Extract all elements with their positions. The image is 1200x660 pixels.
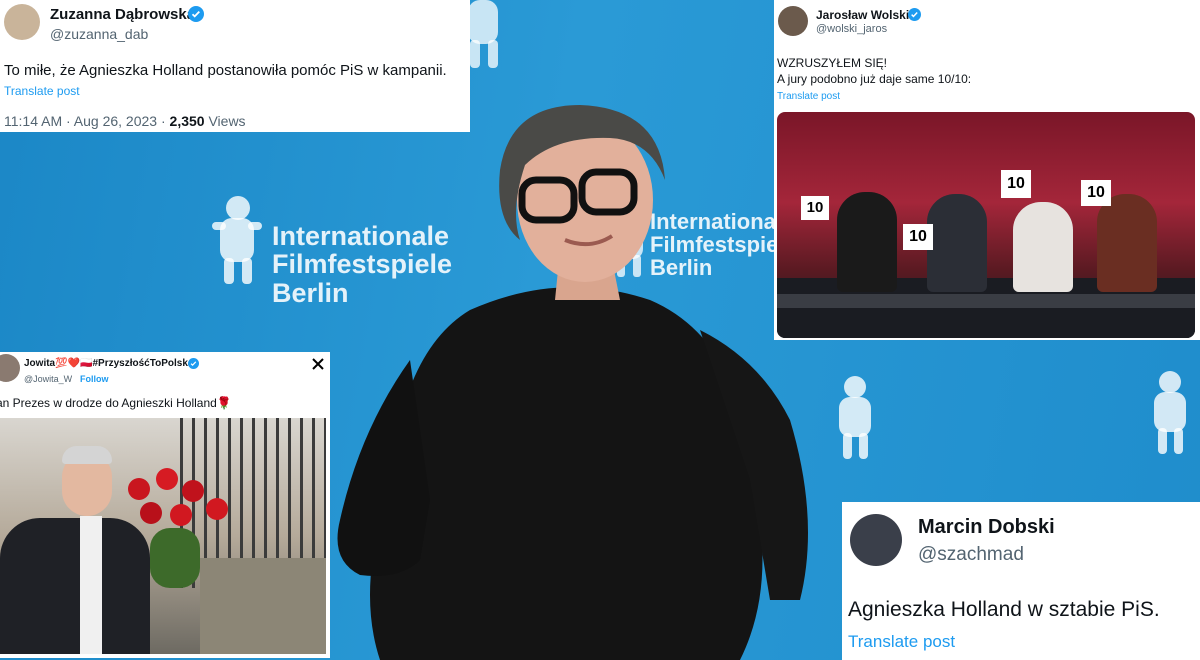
berlinale-bear-logo — [839, 376, 871, 459]
tweet-author-handle[interactable]: @Jowita_W — [24, 374, 72, 384]
tweet-author-handle[interactable]: @szachmad — [918, 544, 1024, 566]
tweet-timestamp: 11:14 AM · Aug 26, 2023 · 2,350 Views — [4, 113, 246, 129]
tweet-text: an Prezes w drodze do Agnieszki Holland🌹 — [0, 396, 232, 410]
translate-post-link[interactable]: Translate post — [777, 91, 840, 102]
follow-link[interactable]: Follow — [80, 374, 109, 384]
score-card: 10 — [801, 196, 829, 220]
avatar[interactable] — [0, 354, 20, 382]
verified-badge-icon — [188, 358, 199, 369]
festival-text-left: Internationale Filmfestspiele Berlin — [272, 221, 453, 308]
score-card: 10 — [903, 224, 933, 250]
tweet-text-line2: A jury podobno już daje same 10/10: — [777, 72, 972, 86]
berlinale-bear-logo — [615, 205, 643, 277]
tweet-card-jaroslaw[interactable]: Jarosław Wolski @wolski_jaros WZRUSZYŁEM… — [774, 0, 1200, 340]
berlinale-bear-logo — [212, 196, 262, 284]
score-card: 10 — [1001, 170, 1031, 198]
tweet-author-name[interactable]: Zuzanna Dąbrowska — [50, 6, 195, 23]
tweet-author-name[interactable]: Jowita💯❤️🇵🇱#PrzyszłośćToPolska — [24, 358, 193, 369]
tweet-card-marcin[interactable]: Marcin Dobski @szachmad Agnieszka Hollan… — [842, 502, 1200, 660]
tweet-author-name[interactable]: Marcin Dobski — [918, 516, 1055, 539]
avatar[interactable] — [778, 6, 808, 36]
tweet-text: To miłe, że Agnieszka Holland postanowił… — [4, 62, 447, 79]
berlinale-bear-logo — [1154, 371, 1186, 454]
avatar[interactable] — [850, 514, 902, 566]
tweet-author-name[interactable]: Jarosław Wolski — [816, 8, 909, 22]
avatar[interactable] — [4, 4, 40, 40]
tweet-image-jury[interactable]: 10 10 10 10 — [777, 112, 1195, 338]
tweet-text-line1: WZRUSZYŁEM SIĘ! — [777, 56, 888, 70]
x-logo-icon[interactable] — [312, 358, 324, 370]
verified-badge-icon — [188, 6, 204, 22]
verified-badge-icon — [908, 8, 921, 21]
tweet-image-roses[interactable] — [0, 418, 326, 654]
tweet-card-jowita[interactable]: Jowita💯❤️🇵🇱#PrzyszłośćToPolska @Jowita_W… — [0, 352, 330, 658]
score-card: 10 — [1081, 180, 1111, 206]
translate-post-link[interactable]: Translate post — [4, 84, 80, 98]
tweet-author-handle[interactable]: @wolski_jaros — [816, 23, 887, 35]
tweet-card-zuzanna[interactable]: Zuzanna Dąbrowska @zuzanna_dab To miłe, … — [0, 0, 470, 132]
tweet-author-handle[interactable]: @zuzanna_dab — [50, 26, 148, 42]
translate-post-link[interactable]: Translate post — [848, 632, 955, 652]
tweet-text: Agnieszka Holland w sztabie PiS. — [848, 598, 1160, 621]
